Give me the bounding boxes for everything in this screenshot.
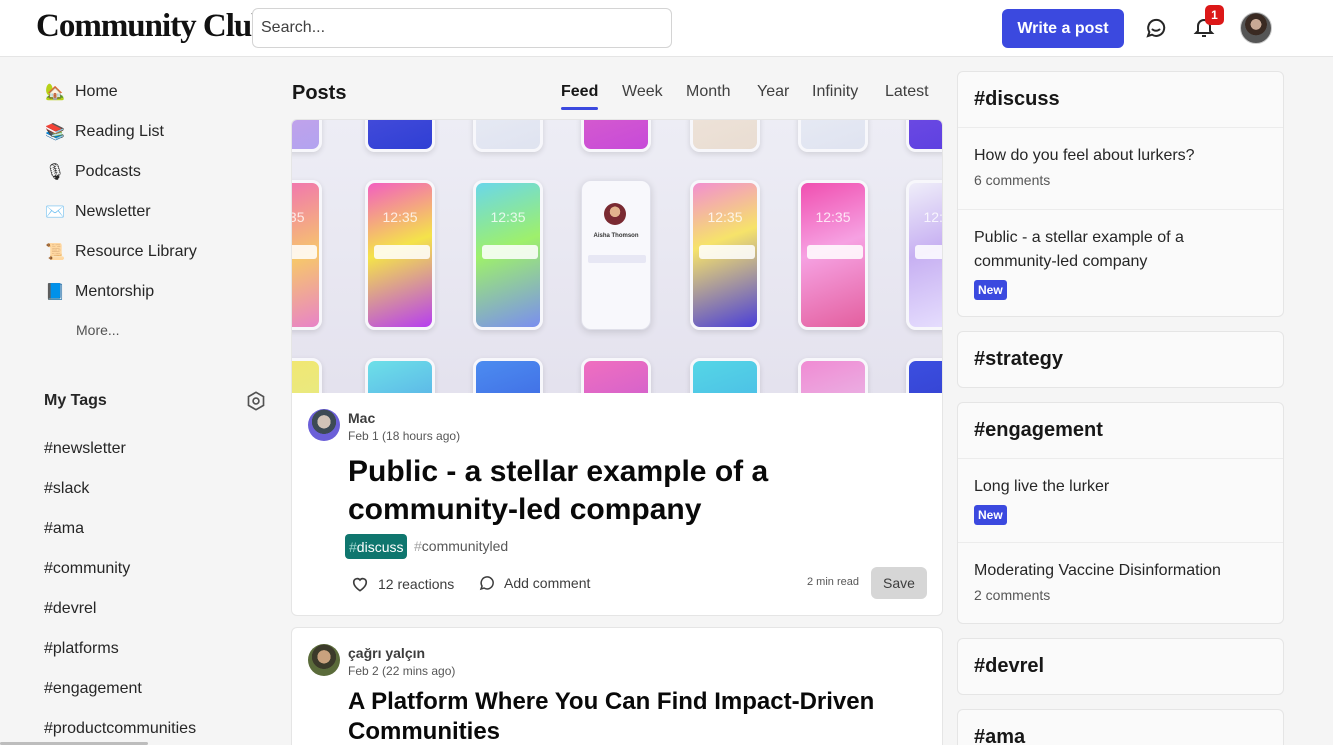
sidebar-tag[interactable]: #platforms: [44, 640, 119, 658]
hexagon-settings-icon[interactable]: [245, 390, 267, 412]
sidebar-tag[interactable]: #engagement: [44, 680, 142, 698]
sidebar-tag[interactable]: #slack: [44, 480, 89, 498]
widget-heading[interactable]: #discuss: [958, 72, 1283, 128]
widget-post[interactable]: Moderating Vaccine Disinformation 2 comm…: [958, 543, 1283, 617]
chat-icon[interactable]: [1142, 14, 1170, 42]
reading-list-icon: 📚: [45, 124, 65, 141]
post-title[interactable]: A Platform Where You Can Find Impact-Dri…: [348, 687, 874, 745]
profile-phone-mockup: Aisha Thomson: [581, 180, 651, 330]
sidebar-item-newsletter[interactable]: ✉️ Newsletter: [44, 197, 151, 227]
user-avatar[interactable]: [1240, 12, 1272, 44]
sidebar-item-label: Newsletter: [75, 203, 151, 220]
widget-post[interactable]: How do you feel about lurkers? 6 comment…: [958, 128, 1283, 210]
widget-post-title: Public - a stellar example of a communit…: [974, 229, 1184, 270]
reactions-count: 12 reactions: [378, 576, 455, 592]
tab-feed[interactable]: Feed: [561, 83, 598, 101]
add-comment-label: Add comment: [504, 575, 591, 591]
comment-count: 2 comments: [974, 587, 1051, 603]
tag-discuss[interactable]: # discuss: [345, 534, 408, 559]
microphone-icon: 🎙: [44, 164, 66, 181]
tag-communityled[interactable]: #communityled: [414, 538, 508, 554]
sidebar-item-podcasts[interactable]: 🎙 Podcasts: [44, 157, 141, 187]
sidebar-tag[interactable]: #ama: [44, 520, 84, 538]
tab-month[interactable]: Month: [686, 83, 730, 101]
tag-widget-discuss: #discuss How do you feel about lurkers? …: [957, 71, 1284, 317]
posts-heading: Posts: [292, 82, 347, 104]
tag-label: communityled: [421, 538, 509, 554]
sidebar-item-home[interactable]: 🏡 Home: [44, 77, 118, 107]
tag-widget-ama: #ama: [957, 709, 1284, 745]
post-title-line: community-led company: [348, 493, 702, 526]
search-input[interactable]: [252, 8, 672, 48]
sidebar-item-label: Reading List: [75, 123, 164, 140]
post-card[interactable]: çağrı yalçın Feb 2 (22 mins ago) A Platf…: [291, 627, 943, 745]
top-header: Community Club Write a post 1: [0, 0, 1333, 57]
comment-icon: [479, 576, 494, 591]
widget-post-title: How do you feel about lurkers?: [974, 147, 1195, 164]
tag-widget-engagement: #engagement Long live the lurker New Mod…: [957, 402, 1284, 624]
save-button[interactable]: Save: [871, 567, 927, 599]
widget-heading[interactable]: #ama: [958, 710, 1283, 745]
sidebar-item-label: Home: [75, 83, 118, 100]
tag-label: discuss: [356, 538, 404, 555]
sidebar-tag[interactable]: #community: [44, 560, 130, 578]
sidebar-tag[interactable]: #newsletter: [44, 440, 126, 458]
tab-week[interactable]: Week: [622, 83, 663, 101]
author-avatar[interactable]: [308, 409, 340, 441]
house-icon: 🏡: [45, 84, 65, 101]
post-title-line: A Platform Where You Can Find Impact-Dri…: [348, 688, 875, 715]
widget-post-title: Moderating Vaccine Disinformation: [974, 562, 1221, 579]
widget-heading[interactable]: #strategy: [958, 332, 1283, 387]
sidebar-item-reading-list[interactable]: 📚 Reading List: [44, 117, 164, 147]
sidebar-item-resource-library[interactable]: 📜 Resource Library: [44, 237, 197, 267]
sidebar-tag[interactable]: #productcommunities: [44, 720, 196, 738]
notification-count-badge: 1: [1205, 5, 1224, 25]
sidebar-item-label: Resource Library: [75, 243, 197, 260]
author-avatar[interactable]: [308, 644, 340, 676]
post-cover-image[interactable]: 12:35 12:35 12:35 Aisha Thomson 12:35 12…: [292, 120, 942, 393]
books-icon: 📘: [45, 284, 65, 301]
envelope-icon: ✉️: [45, 204, 65, 221]
my-tags-heading: My Tags: [44, 392, 107, 409]
sidebar-item-label: Podcasts: [75, 163, 141, 180]
widget-post[interactable]: Public - a stellar example of a communit…: [958, 210, 1283, 314]
active-tab-indicator: [561, 107, 598, 110]
post-title[interactable]: Public - a stellar example of a communit…: [348, 453, 768, 529]
widget-post[interactable]: Long live the lurker New: [958, 459, 1283, 543]
post-title-line: Public - a stellar example of a: [348, 455, 769, 488]
comment-count: 6 comments: [974, 172, 1051, 188]
new-badge: New: [974, 505, 1007, 525]
sidebar-tag[interactable]: #devrel: [44, 600, 96, 618]
post-card[interactable]: 12:35 12:35 12:35 Aisha Thomson 12:35 12…: [291, 119, 943, 616]
read-time: 2 min read: [807, 576, 859, 588]
post-date[interactable]: Feb 2 (22 mins ago): [348, 664, 455, 678]
widget-heading[interactable]: #engagement: [958, 403, 1283, 459]
tag-widget-strategy: #strategy: [957, 331, 1284, 388]
widget-heading[interactable]: #devrel: [958, 639, 1283, 694]
post-date[interactable]: Feb 1 (18 hours ago): [348, 429, 460, 443]
write-post-button[interactable]: Write a post: [1002, 9, 1124, 48]
sidebar-item-mentorship[interactable]: 📘 Mentorship: [44, 277, 154, 307]
tab-latest[interactable]: Latest: [885, 83, 929, 101]
scroll-icon: 📜: [45, 244, 65, 261]
reactions-button[interactable]: 12 reactions: [350, 574, 454, 594]
tab-infinity[interactable]: Infinity: [812, 83, 858, 101]
site-logo[interactable]: Community Club: [36, 8, 270, 45]
widget-post-title: Long live the lurker: [974, 478, 1110, 495]
heart-icon: [352, 577, 368, 592]
author-name[interactable]: çağrı yalçın: [348, 645, 425, 661]
post-title-line: Communities: [348, 718, 501, 745]
add-comment-button[interactable]: Add comment: [478, 574, 590, 592]
new-badge: New: [974, 280, 1007, 300]
tag-widget-devrel: #devrel: [957, 638, 1284, 695]
author-name[interactable]: Mac: [348, 410, 375, 426]
sidebar-item-label: Mentorship: [75, 283, 155, 300]
more-link[interactable]: More...: [76, 322, 120, 338]
tab-year[interactable]: Year: [757, 83, 789, 101]
